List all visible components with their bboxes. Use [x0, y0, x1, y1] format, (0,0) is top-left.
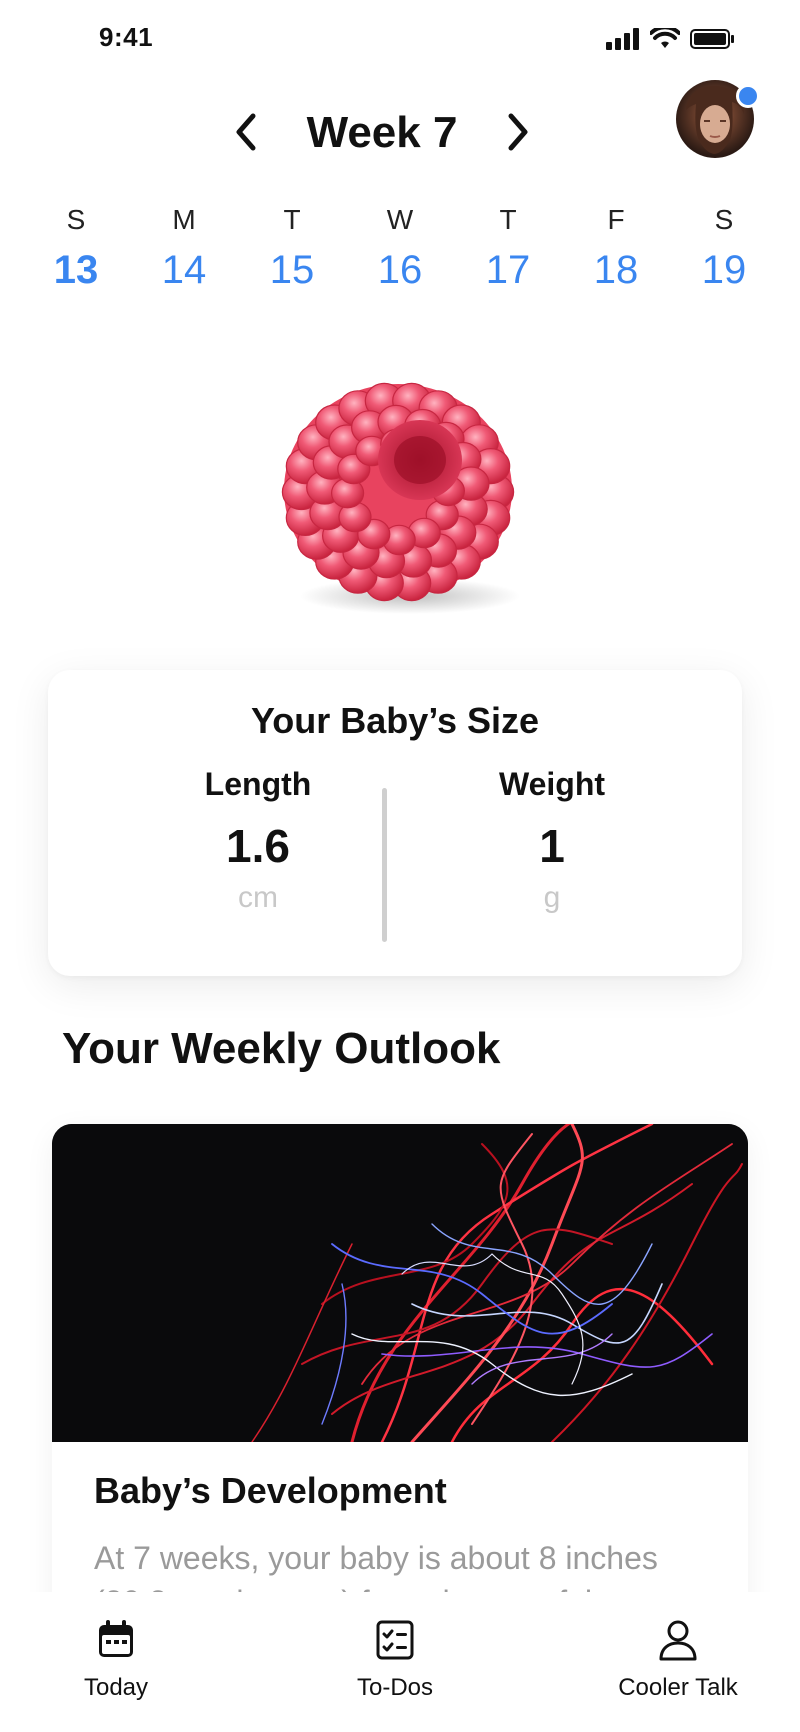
- card-title: Baby’s Development: [94, 1470, 447, 1511]
- day-item[interactable]: M 14: [130, 200, 238, 293]
- size-card-title: Your Baby’s Size: [250, 700, 540, 741]
- tab-label: Cooler Talk: [618, 1674, 738, 1701]
- day-letter: M: [172, 204, 196, 235]
- day-number: 19: [701, 248, 747, 292]
- chevron-left-icon: [236, 113, 256, 151]
- chevron-right-icon: [508, 113, 528, 151]
- day-letter: S: [714, 204, 734, 235]
- day-letter: F: [607, 204, 625, 235]
- baby-size-card: Your Baby’s Size Length 1.6 cm Weight 1 …: [48, 670, 742, 976]
- weight-label: Weight: [498, 766, 606, 802]
- previous-week-button[interactable]: [226, 110, 266, 154]
- tab-todos[interactable]: To-Dos: [350, 1616, 440, 1702]
- stat-divider: [382, 788, 387, 942]
- next-week-button[interactable]: [498, 110, 538, 154]
- day-item[interactable]: W 16: [346, 200, 454, 293]
- day-number: 18: [593, 248, 639, 292]
- profile-avatar[interactable]: [676, 80, 760, 158]
- day-item[interactable]: S 13: [22, 200, 130, 293]
- status-time: 9:41: [99, 22, 154, 52]
- raspberry-illustration: [270, 360, 530, 630]
- baby-development-card[interactable]: Baby’s Development At 7 weeks, your baby…: [52, 1124, 748, 1644]
- weight-unit: g: [543, 881, 561, 914]
- week-days: S 13 M 14 T 15 W 16 T 17 F 18 S 19: [22, 200, 778, 293]
- light-trails-image: [52, 1124, 748, 1444]
- day-number: 14: [161, 248, 207, 292]
- day-item[interactable]: S 19: [670, 200, 778, 293]
- tab-today[interactable]: Today: [76, 1616, 156, 1702]
- day-item[interactable]: F 18: [562, 200, 670, 293]
- card-image: [52, 1124, 748, 1444]
- tab-label: Today: [83, 1674, 149, 1701]
- weight-stat: Weight 1 g: [427, 766, 677, 915]
- day-letter: S: [66, 204, 86, 235]
- length-label: Length: [204, 766, 312, 802]
- length-value: 1.6: [226, 820, 290, 872]
- person-icon: [608, 1616, 748, 1664]
- length-unit: cm: [238, 881, 278, 914]
- bottom-tab-bar: Today To-Dos Cooler Talk: [0, 1592, 800, 1732]
- notification-badge: [736, 84, 760, 108]
- weekly-outlook-heading: Your Weekly Outlook: [62, 1024, 501, 1073]
- day-letter: T: [499, 204, 517, 235]
- checklist-icon: [350, 1616, 440, 1664]
- weight-value: 1: [539, 820, 565, 872]
- cellular-signal-icon: [606, 28, 639, 50]
- day-item[interactable]: T 17: [454, 200, 562, 293]
- day-number: 16: [377, 248, 423, 292]
- week-title: Week 7: [306, 108, 458, 157]
- status-icons: [606, 28, 736, 50]
- day-number: 13: [53, 248, 99, 292]
- tab-cooler-talk[interactable]: Cooler Talk: [608, 1616, 748, 1702]
- calendar-icon: [76, 1616, 156, 1664]
- tab-label: To-Dos: [356, 1674, 434, 1701]
- length-stat: Length 1.6 cm: [133, 766, 383, 915]
- battery-icon: [690, 29, 734, 49]
- raspberry-image: [281, 382, 520, 614]
- day-number: 15: [269, 248, 315, 292]
- day-letter: T: [283, 204, 301, 235]
- day-letter: W: [386, 204, 414, 235]
- status-bar: 9:41: [0, 0, 800, 80]
- day-item[interactable]: T 15: [238, 200, 346, 293]
- wifi-icon: [650, 28, 680, 48]
- day-number: 17: [485, 248, 531, 292]
